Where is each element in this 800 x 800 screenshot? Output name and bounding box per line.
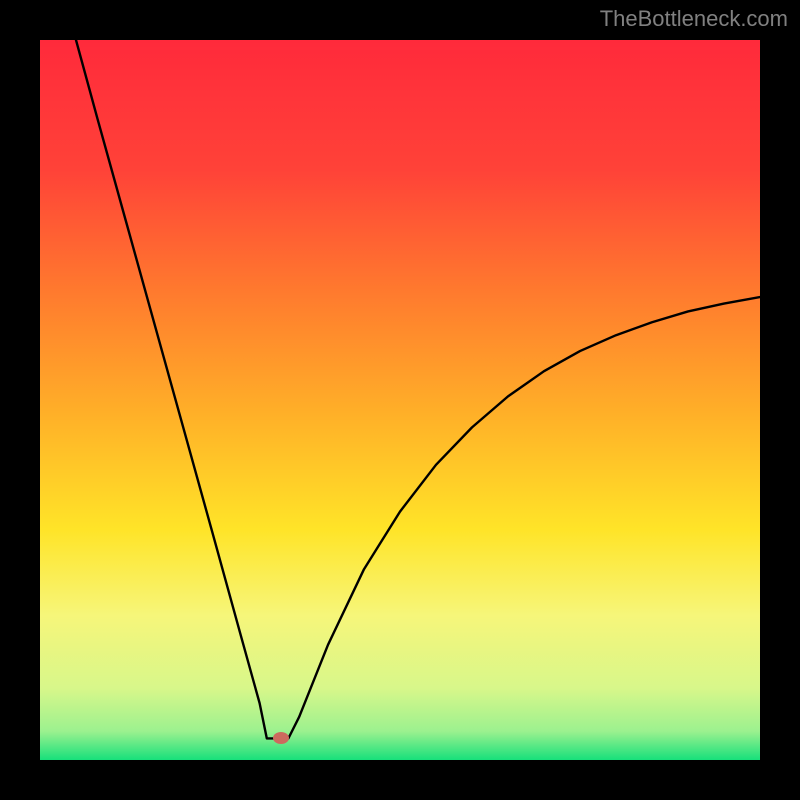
gradient-background xyxy=(40,40,760,760)
plot-area xyxy=(40,40,760,760)
chart-frame: TheBottleneck.com xyxy=(0,0,800,800)
optimal-point-marker xyxy=(273,732,289,744)
watermark-text: TheBottleneck.com xyxy=(600,6,788,32)
chart-svg xyxy=(40,40,760,760)
